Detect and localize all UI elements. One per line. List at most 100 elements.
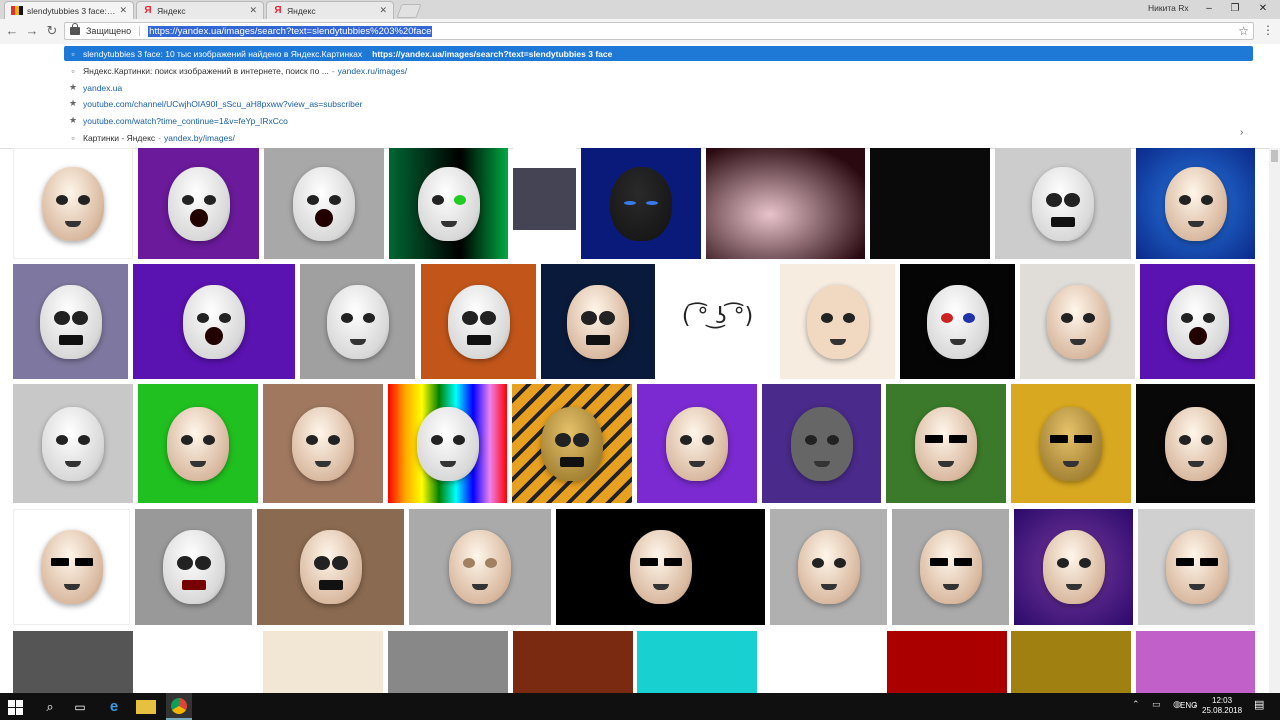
forward-icon[interactable]: →: [24, 23, 40, 39]
close-window-button[interactable]: ✕: [1250, 0, 1276, 18]
image-thumbnail[interactable]: [770, 509, 887, 625]
image-thumbnail[interactable]: [513, 631, 633, 693]
image-thumbnail[interactable]: [389, 148, 508, 259]
scrollbar[interactable]: [1269, 148, 1280, 693]
suggestion-item[interactable]: ▫ slendytubbies 3 face: 10 тыс изображен…: [64, 46, 1253, 61]
edge-icon[interactable]: e: [104, 697, 124, 717]
suggestion-url: yandex.ru/images/: [337, 65, 408, 76]
close-tab-icon[interactable]: ✕: [379, 5, 387, 16]
image-thumbnail[interactable]: [1011, 384, 1131, 503]
clock-time: 12:03: [1212, 696, 1233, 705]
image-thumbnail[interactable]: [135, 509, 252, 625]
image-thumbnail[interactable]: [900, 264, 1015, 379]
image-thumbnail[interactable]: [513, 148, 576, 259]
image-thumbnail[interactable]: [13, 509, 130, 625]
tab-slendytubbies[interactable]: slendytubbies 3 face: 10 ✕: [4, 1, 134, 19]
image-thumbnail[interactable]: [421, 264, 536, 379]
url-input[interactable]: https://yandex.ua/images/search?text=sle…: [148, 25, 433, 37]
bookmark-star-icon[interactable]: ☆: [1238, 24, 1249, 38]
tab-yandex-2[interactable]: Я Яндекс ✕: [266, 1, 394, 19]
image-thumbnail[interactable]: [138, 631, 258, 693]
suggestion-item[interactable]: ★ youtube.com/watch?time_continue=1&v=fe…: [64, 113, 1253, 128]
suggestion-item[interactable]: ▫ Яндекс.Картинки: поиск изображений в и…: [64, 63, 1253, 78]
scroll-thumb[interactable]: [1271, 150, 1278, 162]
image-thumbnail[interactable]: [138, 384, 258, 503]
image-thumbnail[interactable]: [995, 148, 1131, 259]
task-view-icon[interactable]: ▭: [70, 697, 90, 717]
image-thumbnail[interactable]: [1136, 384, 1255, 503]
secure-label[interactable]: Защищено: [86, 26, 141, 36]
suggestion-item[interactable]: ★ youtube.com/channel/UCwjhOIA90I_sScu_a…: [64, 96, 1253, 111]
image-thumbnail[interactable]: [1014, 509, 1133, 625]
image-thumbnail[interactable]: [263, 631, 383, 693]
chrome-taskbar-button[interactable]: [166, 693, 192, 720]
lock-icon: [70, 23, 80, 35]
image-thumbnail[interactable]: [1136, 631, 1255, 693]
image-thumbnail[interactable]: [300, 264, 415, 379]
tab-yandex-1[interactable]: Я Яндекс ✕: [136, 1, 264, 19]
minimize-button[interactable]: –: [1196, 0, 1222, 18]
language-indicator[interactable]: ENG: [1180, 701, 1197, 710]
image-thumbnail[interactable]: [870, 148, 990, 259]
image-thumbnail[interactable]: [409, 509, 551, 625]
image-thumbnail[interactable]: [13, 148, 133, 259]
image-thumbnail[interactable]: ( ͡° ͜ʖ ͡°): [660, 264, 775, 379]
new-tab-button[interactable]: [396, 4, 422, 18]
image-thumbnail[interactable]: [512, 384, 632, 503]
file-explorer-icon[interactable]: [136, 700, 156, 714]
suggestion-item[interactable]: ▫ Картинки - Яндекс - yandex.by/images/: [64, 130, 1253, 145]
address-bar[interactable]: Защищено https://yandex.ua/images/search…: [64, 22, 1254, 40]
suggestion-text: Картинки - Яндекс: [83, 132, 156, 143]
image-thumbnail[interactable]: [138, 148, 259, 259]
image-thumbnail[interactable]: [780, 264, 895, 379]
clock[interactable]: 12:03 25.08.2018: [1202, 696, 1242, 716]
close-tab-icon[interactable]: ✕: [249, 5, 257, 16]
reload-icon[interactable]: ↻: [44, 23, 60, 39]
image-thumbnail[interactable]: [1136, 148, 1255, 259]
page-icon: ▫: [71, 132, 75, 143]
image-thumbnail[interactable]: [13, 264, 128, 379]
image-thumbnail[interactable]: [762, 631, 882, 693]
star-icon: ★: [68, 82, 78, 92]
yandex-favicon-icon: Я: [274, 4, 282, 16]
search-icon[interactable]: ⌕: [40, 697, 60, 717]
separator: -: [331, 65, 335, 76]
menu-icon[interactable]: ⋮: [1262, 23, 1274, 37]
image-thumbnail[interactable]: [388, 384, 507, 503]
image-thumbnail[interactable]: [637, 384, 757, 503]
chevron-right-icon[interactable]: ›: [1240, 127, 1243, 138]
image-thumbnail[interactable]: [133, 264, 295, 379]
image-thumbnail[interactable]: [264, 148, 384, 259]
image-thumbnail[interactable]: [886, 384, 1006, 503]
suggestion-item[interactable]: ★ yandex.ua: [64, 80, 1253, 95]
image-thumbnail[interactable]: [1140, 264, 1255, 379]
image-thumbnail[interactable]: [706, 148, 865, 259]
restore-button[interactable]: ❐: [1222, 0, 1248, 18]
image-thumbnail[interactable]: [1020, 264, 1135, 379]
image-thumbnail[interactable]: [13, 631, 133, 693]
image-thumbnail[interactable]: [263, 384, 383, 503]
image-thumbnail[interactable]: [1011, 631, 1131, 693]
image-thumbnail[interactable]: [637, 631, 757, 693]
suggestion-url: youtube.com/channel/UCwjhOIA90I_sScu_aH8…: [83, 98, 363, 109]
image-thumbnail[interactable]: [388, 631, 508, 693]
close-tab-icon[interactable]: ✕: [119, 5, 127, 16]
image-thumbnail[interactable]: [892, 509, 1009, 625]
back-icon[interactable]: ←: [4, 23, 20, 39]
notifications-icon[interactable]: ▤: [1254, 698, 1274, 718]
image-thumbnail[interactable]: [541, 264, 655, 379]
image-thumbnail[interactable]: [257, 509, 404, 625]
image-thumbnail[interactable]: [762, 384, 881, 503]
image-thumbnail[interactable]: [13, 384, 133, 503]
suggestion-url: yandex.by/images/: [164, 132, 235, 143]
image-thumbnail[interactable]: [581, 148, 701, 259]
image-thumbnail[interactable]: [1138, 509, 1255, 625]
windows-start-icon[interactable]: [8, 700, 23, 715]
lenny-face-text: ( ͡° ͜ʖ ͡°): [681, 304, 754, 329]
star-icon: ★: [68, 115, 78, 125]
image-favicon-icon: [11, 6, 23, 15]
image-results-grid: ( ͡° ͜ʖ ͡°): [0, 148, 1268, 693]
profile-name[interactable]: Никита Rx: [1148, 3, 1189, 13]
image-thumbnail[interactable]: [887, 631, 1007, 693]
image-thumbnail[interactable]: [556, 509, 765, 625]
